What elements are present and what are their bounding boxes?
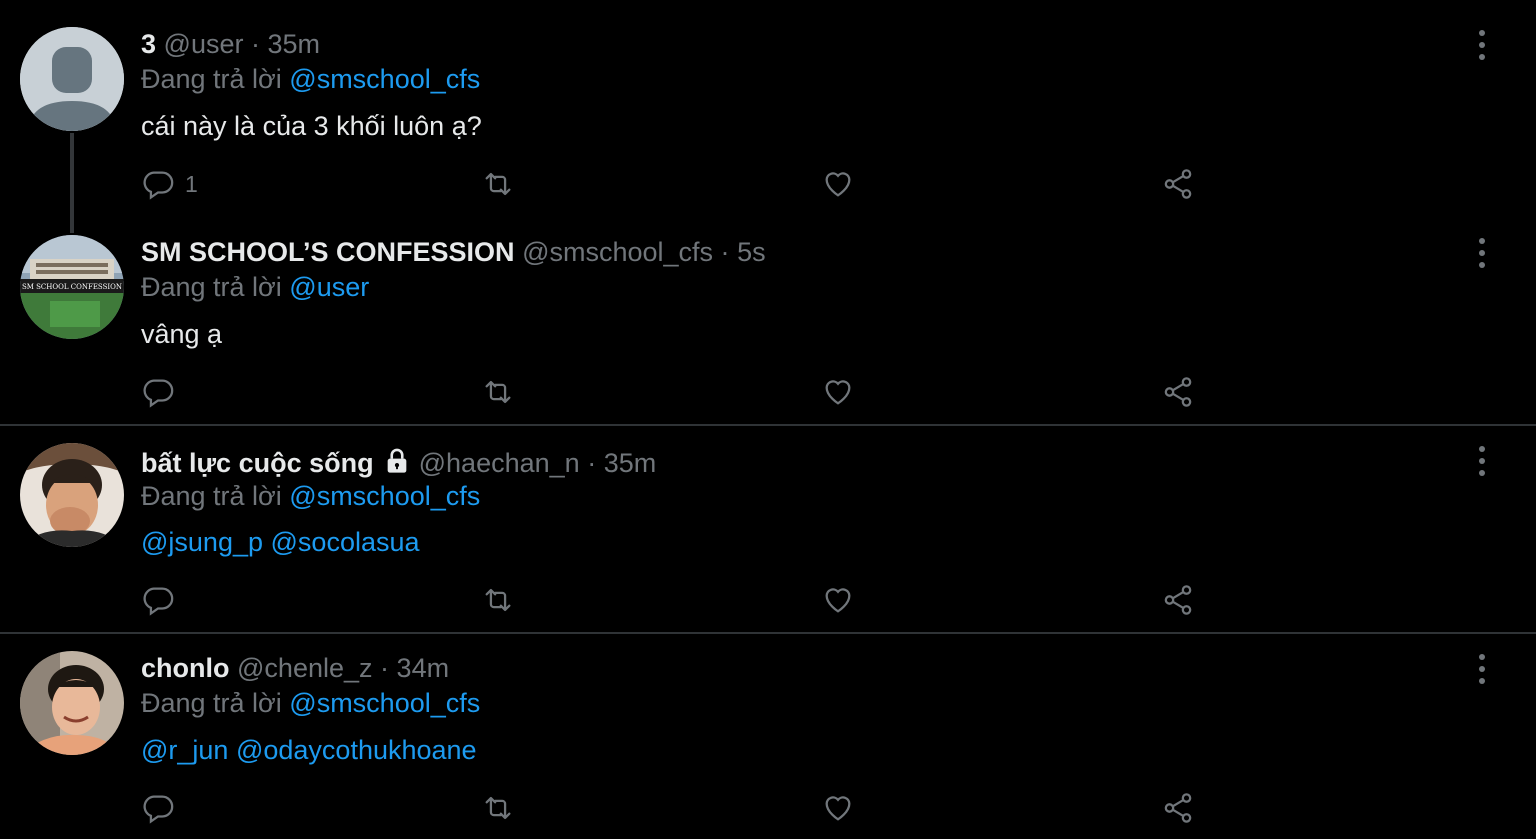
share-button[interactable]	[1161, 583, 1195, 617]
retweet-button[interactable]	[481, 583, 515, 617]
username[interactable]: @chenle_z	[237, 653, 373, 683]
timestamp[interactable]: 5s	[737, 237, 766, 267]
reply-button[interactable]	[141, 791, 175, 825]
tweet-text: @jsung_p @socolasua	[141, 525, 420, 559]
like-button[interactable]	[821, 791, 855, 825]
retweet-icon	[485, 172, 511, 196]
more-icon[interactable]	[1470, 30, 1494, 60]
replying-to: Đang trả lời @smschool_cfs	[141, 62, 480, 96]
reply-icon	[143, 795, 174, 824]
replying-prefix: Đang trả lời	[141, 688, 282, 718]
avatar[interactable]: SM SCHOOL CONFESSION	[20, 235, 124, 339]
like-icon	[825, 172, 851, 197]
replying-to-link[interactable]: @smschool_cfs	[289, 688, 480, 718]
replying-to-link[interactable]: @user	[289, 272, 369, 302]
display-name[interactable]: SM SCHOOL’S CONFESSION	[141, 237, 515, 267]
tweet-text: @r_jun @odaycothukhoane	[141, 733, 477, 767]
username[interactable]: @haechan_n	[419, 448, 580, 478]
display-name[interactable]: chonlo	[141, 653, 230, 683]
reply-button[interactable]	[141, 375, 175, 409]
tweet[interactable]: SM SCHOOL CONFESSION SM SCHOOL’S CONFESS…	[0, 222, 1536, 425]
more-icon[interactable]	[1470, 654, 1494, 684]
more-icon[interactable]	[1470, 446, 1494, 476]
replying-prefix: Đang trả lời	[141, 272, 282, 302]
tweet-header: SM SCHOOL’S CONFESSION @smschool_cfs · 5…	[141, 235, 766, 269]
mention-link[interactable]: @jsung_p	[141, 527, 263, 557]
avatar-caption: SM SCHOOL CONFESSION	[22, 283, 122, 291]
reply-button[interactable]: 1	[141, 167, 198, 201]
avatar[interactable]	[20, 651, 124, 755]
retweet-icon	[485, 796, 511, 820]
separator-dot: ·	[587, 448, 597, 478]
mention-link[interactable]: @odaycothukhoane	[236, 735, 477, 765]
share-icon	[1164, 169, 1192, 199]
reply-icon	[143, 379, 174, 408]
share-button[interactable]	[1161, 791, 1195, 825]
tweet[interactable]: bất lực cuộc sống @haechan_n · 35m Đang …	[0, 426, 1536, 632]
tweet-header: chonlo @chenle_z · 34m	[141, 651, 449, 685]
avatar[interactable]	[20, 27, 124, 131]
share-button[interactable]	[1161, 375, 1195, 409]
reply-button[interactable]	[141, 583, 175, 617]
share-icon	[1164, 377, 1192, 407]
retweet-button[interactable]	[481, 167, 515, 201]
tweet-header: bất lực cuộc sống @haechan_n · 35m	[141, 446, 656, 480]
display-name[interactable]: bất lực cuộc sống	[141, 448, 374, 478]
share-icon	[1164, 793, 1192, 823]
like-icon	[825, 796, 851, 821]
replying-to: Đang trả lời @smschool_cfs	[141, 686, 480, 720]
like-button[interactable]	[821, 375, 855, 409]
retweet-icon	[485, 588, 511, 612]
reply-count: 1	[185, 170, 198, 197]
like-icon	[825, 588, 851, 613]
like-button[interactable]	[821, 167, 855, 201]
retweet-button[interactable]	[481, 375, 515, 409]
timestamp[interactable]: 34m	[397, 653, 450, 683]
tweet[interactable]: chonlo @chenle_z · 34m Đang trả lời @sms…	[0, 634, 1536, 839]
reply-icon	[143, 171, 174, 200]
timestamp[interactable]: 35m	[604, 448, 657, 478]
mention-link[interactable]: @socolasua	[271, 527, 420, 557]
retweet-button[interactable]	[481, 791, 515, 825]
replying-to: Đang trả lời @smschool_cfs	[141, 479, 480, 513]
retweet-icon	[485, 380, 511, 404]
lock-icon	[387, 448, 407, 473]
thread-line	[70, 133, 74, 233]
tweet[interactable]: 3 @user · 35m Đang trả lời @smschool_cfs…	[0, 0, 1536, 233]
username[interactable]: @smschool_cfs	[522, 237, 713, 267]
replying-to-link[interactable]: @smschool_cfs	[289, 481, 480, 511]
replying-prefix: Đang trả lời	[141, 64, 282, 94]
mention-link[interactable]: @r_jun	[141, 735, 228, 765]
replying-prefix: Đang trả lời	[141, 481, 282, 511]
like-icon	[825, 380, 851, 405]
username[interactable]: @user	[164, 29, 244, 59]
timestamp[interactable]: 35m	[268, 29, 321, 59]
reply-icon	[143, 587, 174, 616]
tweet-text: cái này là của 3 khối luôn ạ?	[141, 111, 482, 141]
tweet-text: vâng ạ	[141, 319, 223, 349]
like-button[interactable]	[821, 583, 855, 617]
tweet-header: 3 @user · 35m	[141, 27, 320, 61]
more-icon[interactable]	[1470, 238, 1494, 268]
share-icon	[1164, 585, 1192, 615]
display-name[interactable]: 3	[141, 29, 156, 59]
avatar[interactable]	[20, 443, 124, 547]
separator-dot: ·	[380, 653, 390, 683]
replying-to-link[interactable]: @smschool_cfs	[289, 64, 480, 94]
replying-to: Đang trả lời @user	[141, 270, 369, 304]
separator-dot: ·	[251, 29, 260, 59]
share-button[interactable]	[1161, 167, 1195, 201]
separator-dot: ·	[720, 237, 730, 267]
